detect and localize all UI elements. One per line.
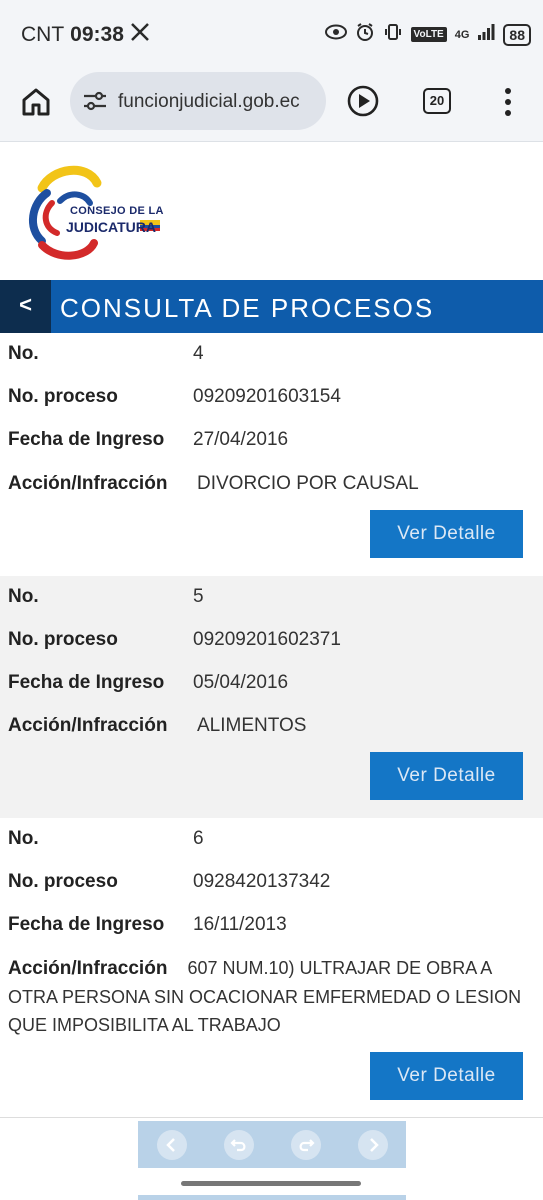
redo-button[interactable] bbox=[290, 1129, 321, 1160]
process-record: No. 5 No. proceso 09209201602371 Fecha d… bbox=[0, 576, 543, 818]
fecha-value: 16/11/2013 bbox=[193, 914, 287, 935]
proceso-label: No. proceso bbox=[8, 386, 118, 407]
chevron-left-icon bbox=[165, 1137, 175, 1152]
accion-label: Acción/Infracción bbox=[8, 473, 168, 494]
bottom-strip bbox=[138, 1195, 406, 1200]
fecha-value: 27/04/2016 bbox=[193, 429, 289, 450]
no-label: No. bbox=[8, 343, 39, 364]
accion-label: Acción/Infracción bbox=[8, 958, 168, 979]
next-page-button[interactable] bbox=[357, 1129, 388, 1160]
play-icon[interactable] bbox=[346, 84, 380, 118]
site-settings-icon[interactable] bbox=[82, 90, 108, 112]
tab-switcher-button[interactable]: 20 bbox=[423, 88, 451, 114]
chevron-right-icon bbox=[369, 1137, 379, 1152]
vibrate-icon bbox=[383, 22, 403, 47]
record-row-accion: Acción/Infracción 607 NUM.10) ULTRAJAR D… bbox=[8, 954, 533, 1039]
page-title: CONSULTA DE PROCESOS bbox=[60, 293, 435, 323]
signal-icon bbox=[477, 23, 495, 46]
previous-page-button[interactable] bbox=[156, 1129, 187, 1160]
address-bar[interactable]: funcionjudicial.gob.ec bbox=[70, 72, 326, 130]
fecha-label: Fecha de Ingreso bbox=[8, 429, 165, 450]
status-bar: CNT 09:38 VoLTE 4G 88 bbox=[0, 0, 543, 66]
network-type: 4G bbox=[454, 28, 470, 41]
proceso-label: No. proceso bbox=[8, 629, 118, 650]
accion-value: ALIMENTOS bbox=[197, 715, 307, 736]
carrier-label: CNT bbox=[21, 23, 65, 46]
more-options-icon[interactable] bbox=[496, 86, 520, 118]
back-button[interactable]: < bbox=[0, 280, 51, 333]
ver-detalle-button[interactable]: Ver Detalle bbox=[370, 510, 523, 558]
proceso-value: 0928420137342 bbox=[193, 871, 331, 892]
url-text: funcionjudicial.gob.ec bbox=[118, 91, 300, 112]
ver-detalle-button[interactable]: Ver Detalle bbox=[370, 752, 523, 800]
x-app-icon bbox=[130, 22, 150, 48]
divider bbox=[0, 1117, 543, 1118]
no-value: 4 bbox=[193, 343, 204, 364]
no-value: 5 bbox=[193, 586, 204, 607]
accion-label: Acción/Infracción bbox=[8, 715, 168, 736]
page-header: < CONSULTA DE PROCESOS bbox=[0, 280, 543, 333]
browser-toolbar: funcionjudicial.gob.ec 20 bbox=[0, 66, 543, 142]
process-record: No. 4 No. proceso 09209201603154 Fecha d… bbox=[0, 333, 543, 576]
no-label: No. bbox=[8, 586, 39, 607]
accion-value: DIVORCIO POR CAUSAL bbox=[197, 473, 419, 494]
no-label: No. bbox=[8, 828, 39, 849]
undo-button[interactable] bbox=[223, 1129, 254, 1160]
clock: 09:38 bbox=[70, 23, 124, 46]
eye-icon bbox=[324, 24, 347, 45]
pagination-bar bbox=[138, 1121, 406, 1168]
gesture-handle[interactable] bbox=[181, 1181, 361, 1186]
proceso-value: 09209201603154 bbox=[193, 386, 341, 407]
ver-detalle-button[interactable]: Ver Detalle bbox=[370, 1052, 523, 1100]
volte-badge: VoLTE bbox=[410, 27, 447, 42]
fecha-label: Fecha de Ingreso bbox=[8, 914, 165, 935]
battery-indicator: 88 bbox=[503, 23, 531, 46]
logo-line-2: JUDICATURA bbox=[66, 219, 156, 235]
process-record: No. 6 No. proceso 0928420137342 Fecha de… bbox=[0, 818, 543, 1117]
no-value: 6 bbox=[193, 828, 204, 849]
home-icon[interactable] bbox=[18, 84, 54, 120]
proceso-value: 09209201602371 bbox=[193, 629, 341, 650]
site-header: CONSEJO DE LA JUDICATURA bbox=[0, 143, 543, 280]
undo-icon bbox=[229, 1138, 245, 1151]
redo-icon bbox=[299, 1138, 315, 1151]
fecha-label: Fecha de Ingreso bbox=[8, 672, 165, 693]
logo-line-1: CONSEJO DE LA bbox=[70, 205, 164, 217]
proceso-label: No. proceso bbox=[8, 871, 118, 892]
fecha-value: 05/04/2016 bbox=[193, 672, 289, 693]
alarm-icon bbox=[355, 22, 375, 47]
